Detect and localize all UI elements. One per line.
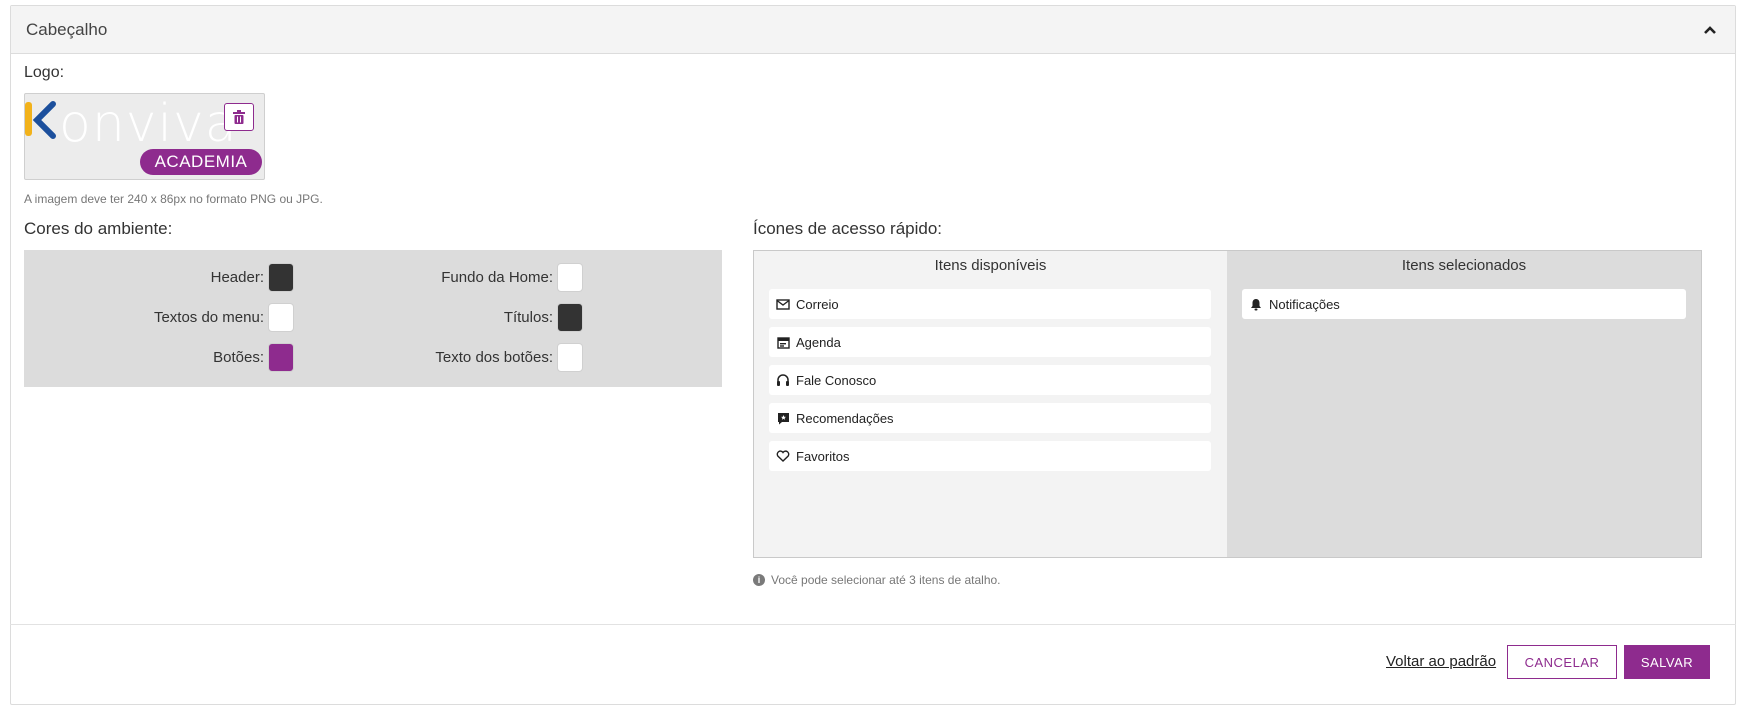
footer-divider <box>10 624 1736 625</box>
logo-hint: A imagem deve ter 240 x 86px no formato … <box>24 192 323 206</box>
trash-icon <box>233 110 245 124</box>
heart-icon <box>776 449 790 463</box>
available-item-recomendacoes[interactable]: Recomendações <box>769 403 1211 433</box>
color-swatch-home-bg[interactable] <box>557 263 583 292</box>
color-swatch-menu-text[interactable] <box>268 303 294 332</box>
selected-items-column: Itens selecionados Notificações <box>1227 251 1701 557</box>
color-row-home-bg: Fundo da Home: <box>312 263 583 292</box>
logo-label: Logo: <box>24 64 65 81</box>
color-label: Botões: <box>213 349 264 366</box>
available-items-title: Itens disponíveis <box>934 257 1047 274</box>
logo-k-mark <box>25 101 56 139</box>
mail-icon <box>776 297 790 311</box>
color-label: Texto dos botões: <box>435 349 553 366</box>
available-items-column: Itens disponíveis Correio Agenda Fale Co… <box>754 251 1227 557</box>
color-row-menu-text: Textos do menu: <box>24 303 294 332</box>
quick-access-hint-text: Você pode selecionar até 3 itens de atal… <box>771 573 1001 587</box>
item-label: Favoritos <box>796 448 850 464</box>
color-label: Títulos: <box>503 309 553 326</box>
color-swatch-button-text[interactable] <box>557 343 583 372</box>
item-label: Fale Conosco <box>796 372 877 388</box>
info-icon: i <box>753 574 765 586</box>
quick-access-title: Ícones de acesso rápido: <box>753 219 943 238</box>
available-item-favoritos[interactable]: Favoritos <box>769 441 1211 471</box>
color-row-button-text: Texto dos botões: <box>312 343 583 372</box>
panel-title: Cabeçalho <box>26 19 108 39</box>
item-label: Recomendações <box>796 410 894 426</box>
reset-default-link[interactable]: Voltar ao padrão <box>1386 653 1496 670</box>
color-swatch-header[interactable] <box>268 263 294 292</box>
color-row-header: Header: <box>24 263 294 292</box>
item-label: Agenda <box>796 334 841 350</box>
color-swatch-titles[interactable] <box>557 303 583 332</box>
colors-title: Cores do ambiente: <box>24 219 173 238</box>
selected-item-notificacoes[interactable]: Notificações <box>1242 289 1686 319</box>
panel-header[interactable]: Cabeçalho <box>11 6 1735 54</box>
item-label: Correio <box>796 296 839 312</box>
quick-access-picker: Itens disponíveis Correio Agenda Fale Co… <box>753 250 1702 558</box>
cancel-button[interactable]: CANCELAR <box>1507 645 1617 679</box>
logo-badge: ACADEMIA <box>140 149 262 175</box>
quick-access-hint: i Você pode selecionar até 3 itens de at… <box>753 573 1001 587</box>
selected-items-title: Itens selecionados <box>1401 257 1527 274</box>
bell-icon <box>1249 297 1263 311</box>
color-row-buttons: Botões: <box>24 343 294 372</box>
calendar-icon <box>776 335 790 349</box>
logo-preview: onviva ACADEMIA <box>24 93 265 180</box>
color-label: Fundo da Home: <box>441 269 553 286</box>
available-item-correio[interactable]: Correio <box>769 289 1211 319</box>
color-label: Header: <box>210 269 264 286</box>
available-item-agenda[interactable]: Agenda <box>769 327 1211 357</box>
color-label: Textos do menu: <box>153 309 264 326</box>
color-swatch-buttons[interactable] <box>268 343 294 372</box>
available-item-fale-conosco[interactable]: Fale Conosco <box>769 365 1211 395</box>
delete-logo-button[interactable] <box>224 103 254 131</box>
logo-word: onviva <box>59 94 238 154</box>
save-button[interactable]: SALVAR <box>1624 645 1710 679</box>
colors-box: Header: Fundo da Home: Textos do menu: T… <box>24 250 722 387</box>
recommend-icon <box>776 411 790 425</box>
headset-icon <box>776 373 790 387</box>
item-label: Notificações <box>1269 296 1340 312</box>
chevron-up-icon[interactable] <box>1699 19 1721 41</box>
color-row-titles: Títulos: <box>312 303 583 332</box>
